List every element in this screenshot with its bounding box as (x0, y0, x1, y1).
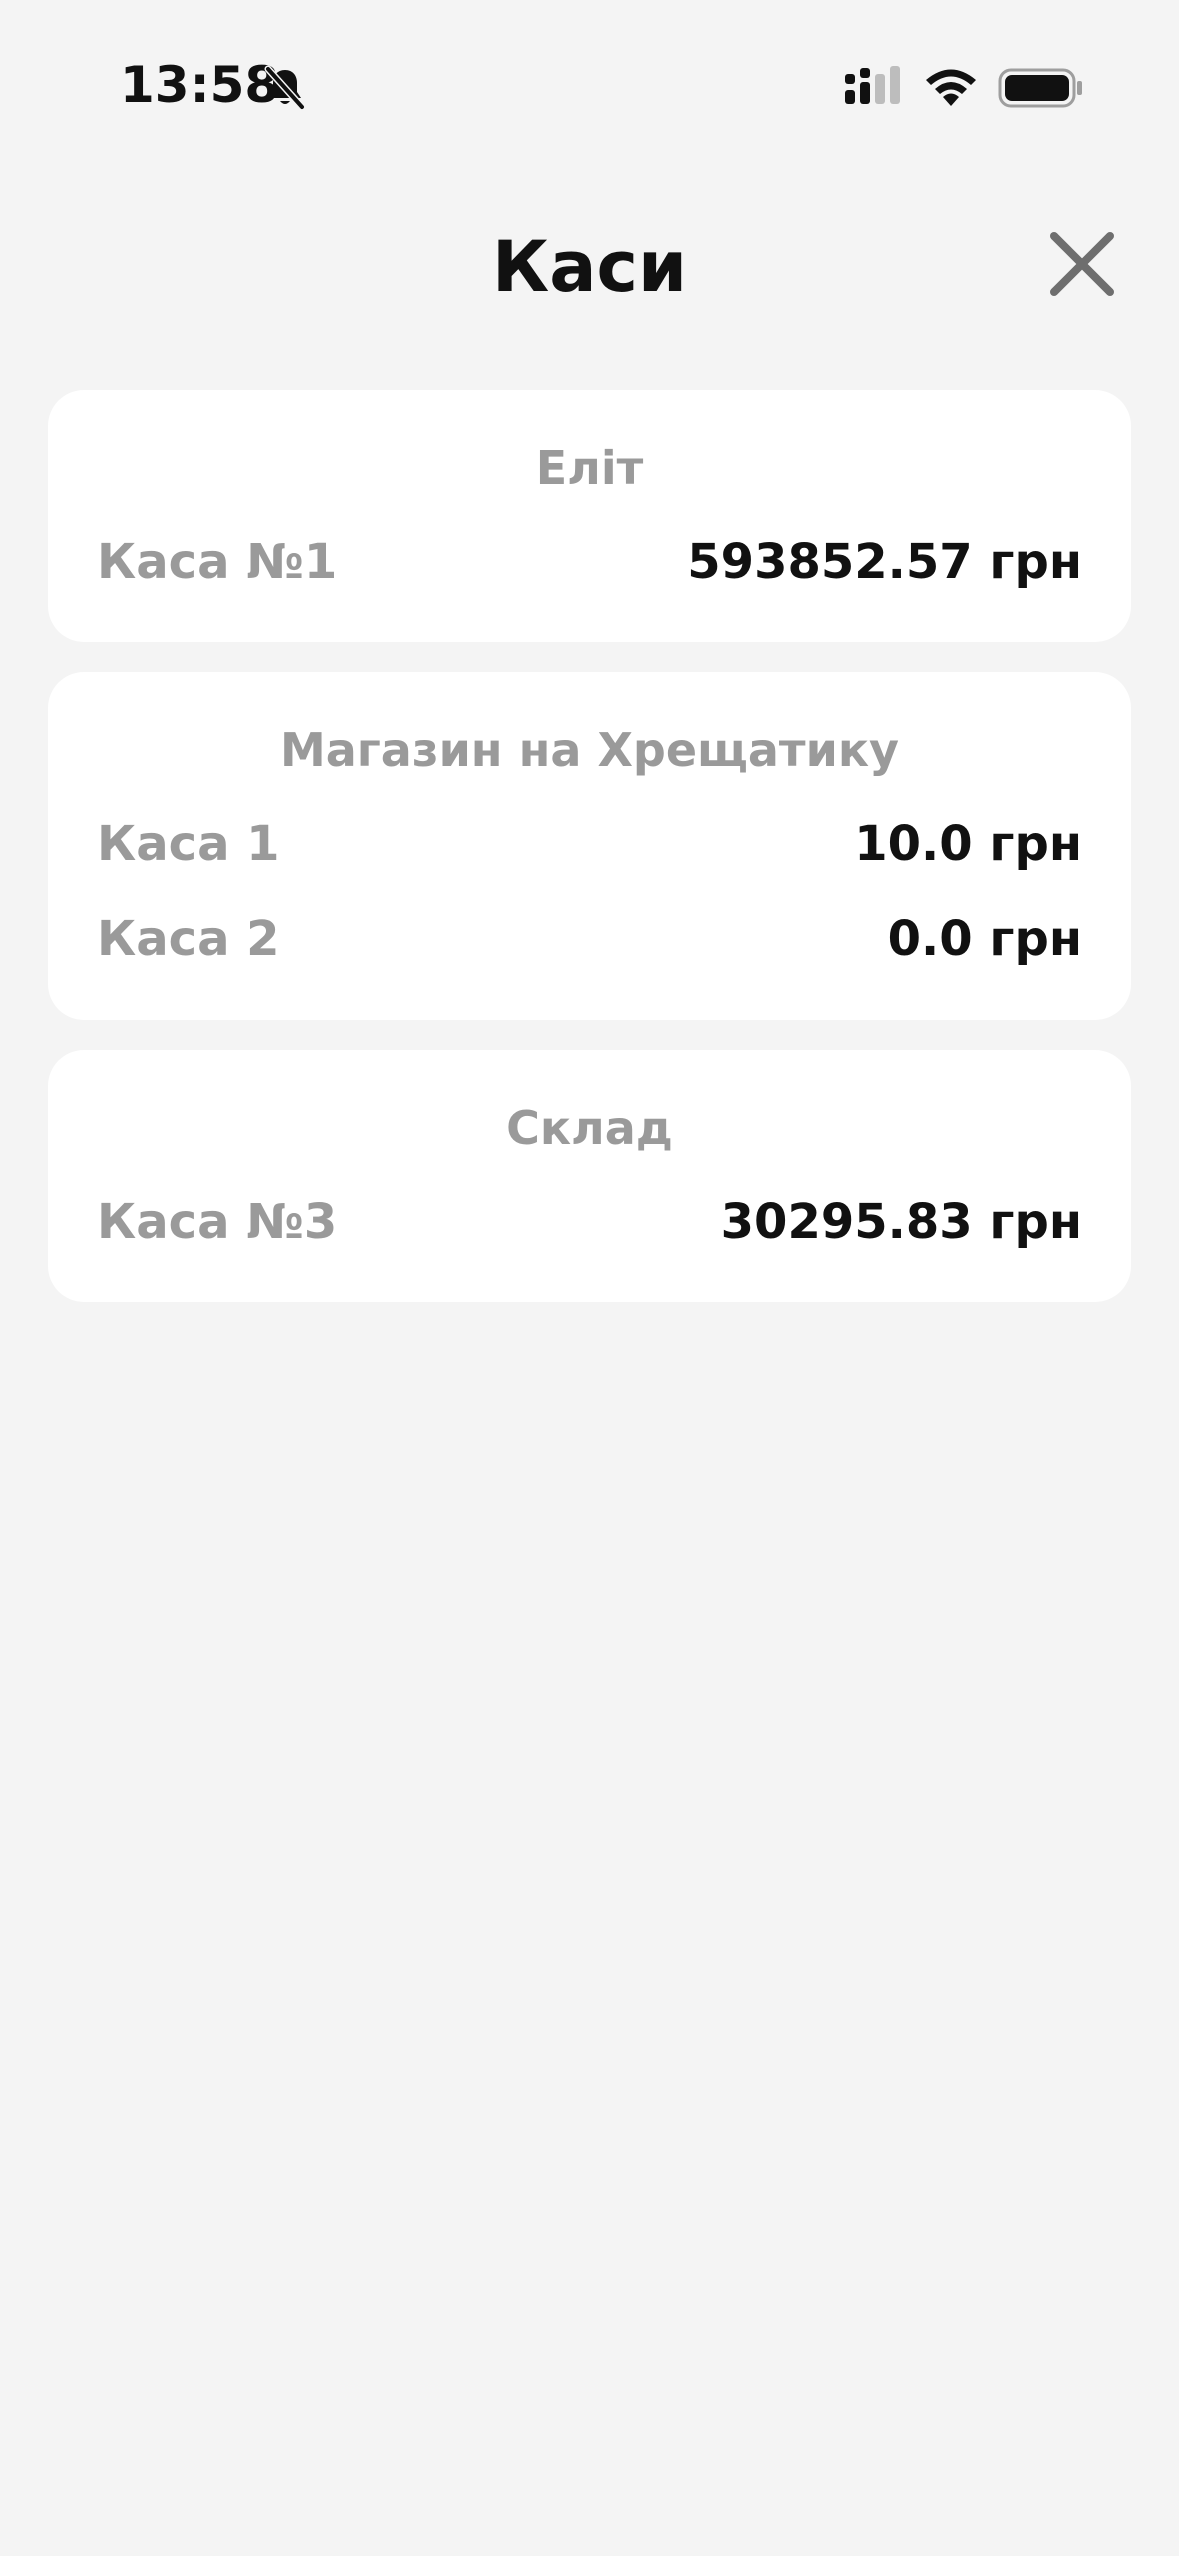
close-icon (1050, 232, 1114, 296)
register-name: Каса 2 (97, 911, 280, 967)
cash-group-card: Склад Каса №3 30295.83 грн (48, 1050, 1131, 1302)
group-title: Еліт (535, 441, 644, 495)
wifi-icon (926, 69, 976, 106)
cash-register-row[interactable]: Каса 1 10.0 грн (97, 814, 1082, 874)
group-title: Склад (506, 1101, 673, 1155)
cash-group-card: Магазин на Хрещатику Каса 1 10.0 грн Кас… (48, 672, 1131, 1020)
cash-register-row[interactable]: Каса 2 0.0 грн (97, 909, 1082, 969)
cash-register-row[interactable]: Каса №1 593852.57 грн (97, 532, 1082, 592)
bell-slash-icon (264, 65, 306, 111)
register-name: Каса №3 (97, 1194, 338, 1250)
group-title: Магазин на Хрещатику (279, 723, 900, 777)
close-button[interactable] (1040, 222, 1124, 306)
battery-icon (998, 68, 1082, 108)
cash-group-card: Еліт Каса №1 593852.57 грн (48, 390, 1131, 642)
register-balance: 593852.57 грн (687, 534, 1082, 590)
status-time: 13:58 (120, 56, 280, 114)
register-balance: 0.0 грн (887, 911, 1082, 967)
register-name: Каса 1 (97, 816, 280, 872)
status-bar: 13:58 (0, 0, 1179, 150)
register-balance: 10.0 грн (854, 816, 1082, 872)
cellular-signal-icon (845, 66, 900, 104)
cash-register-row[interactable]: Каса №3 30295.83 грн (97, 1192, 1082, 1252)
register-name: Каса №1 (97, 534, 338, 590)
register-balance: 30295.83 грн (720, 1194, 1082, 1250)
page-title: Каси (492, 226, 687, 308)
